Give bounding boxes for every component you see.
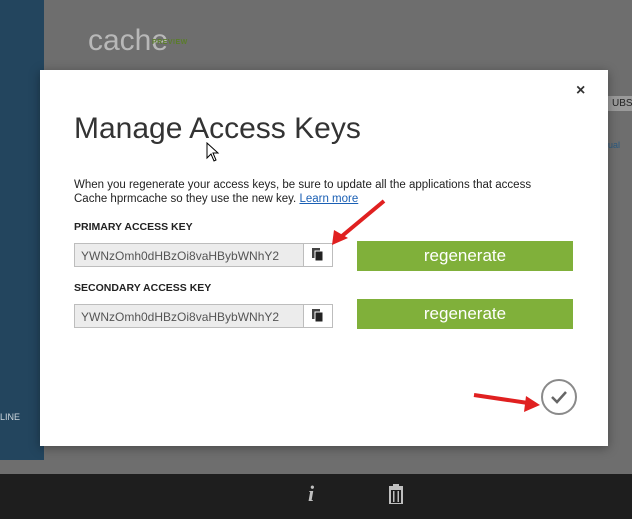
copy-icon bbox=[312, 309, 324, 323]
checkmark-icon bbox=[551, 391, 567, 404]
primary-key-value: YWNzOmh0dHBzOi8vaHBybWNhY2 bbox=[81, 249, 280, 263]
secondary-key-label: SECONDARY ACCESS KEY bbox=[74, 282, 212, 294]
close-icon[interactable]: × bbox=[576, 82, 585, 100]
confirm-button[interactable] bbox=[541, 379, 577, 415]
secondary-key-field[interactable]: YWNzOmh0dHBzOi8vaHBybWNhY2 bbox=[74, 304, 333, 328]
primary-key-field[interactable]: YWNzOmh0dHBzOi8vaHBybWNhY2 bbox=[74, 243, 333, 267]
dialog-description: When you regenerate your access keys, be… bbox=[74, 178, 554, 206]
left-nav-strip bbox=[0, 0, 44, 460]
primary-regenerate-button[interactable]: regenerate bbox=[357, 241, 573, 271]
copy-icon bbox=[312, 248, 324, 262]
background-link-fragment: ual bbox=[608, 140, 621, 150]
primary-key-label: PRIMARY ACCESS KEY bbox=[74, 221, 193, 233]
preview-badge: PREVIEW bbox=[152, 39, 188, 46]
trash-icon[interactable] bbox=[389, 484, 403, 509]
secondary-copy-button[interactable] bbox=[303, 305, 332, 327]
info-icon[interactable]: i bbox=[308, 481, 314, 507]
mouse-cursor-icon bbox=[206, 142, 220, 162]
background-column-header: UBSC bbox=[608, 96, 632, 111]
status-text: LINE bbox=[0, 412, 21, 422]
manage-access-keys-dialog: × Manage Access Keys When you regenerate… bbox=[40, 70, 608, 446]
secondary-key-value: YWNzOmh0dHBzOi8vaHBybWNhY2 bbox=[81, 310, 280, 324]
secondary-regenerate-button[interactable]: regenerate bbox=[357, 299, 573, 329]
bottom-strip bbox=[0, 460, 632, 474]
primary-copy-button[interactable] bbox=[303, 244, 332, 266]
learn-more-link[interactable]: Learn more bbox=[299, 193, 358, 205]
command-bar bbox=[0, 474, 632, 519]
dialog-title: Manage Access Keys bbox=[74, 112, 361, 145]
